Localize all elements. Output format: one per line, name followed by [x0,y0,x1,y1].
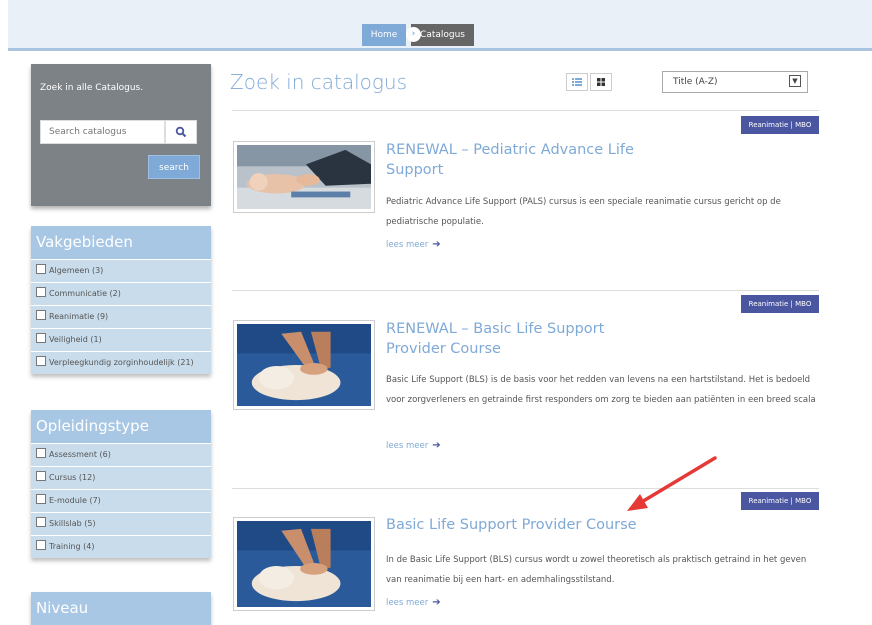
filter-opleidingstype: Opleidingstype Assessment (6) Cursus (12… [31,410,211,558]
filter-option[interactable]: Communicatie (2) [31,282,211,305]
read-more-link[interactable]: lees meer ➔ [386,239,441,250]
course-title[interactable]: Basic Life Support Provider Course [386,515,686,535]
checkbox[interactable] [36,287,46,297]
breadcrumb-current-label: Catalogus [420,30,465,40]
filter-option[interactable]: Assessment (6) [31,443,211,466]
search-button[interactable]: search [148,155,200,179]
arrow-right-icon: ➔ [432,597,441,608]
list-view-button[interactable] [566,73,588,91]
course-title[interactable]: RENEWAL – Basic Life Support Provider Co… [386,319,666,359]
divider [232,110,819,111]
course-badge[interactable]: Reanimatie | MBO [741,492,819,510]
read-more-label: lees meer [386,441,429,451]
course-thumbnail[interactable] [233,517,375,611]
breadcrumb-home[interactable]: Home [362,24,406,46]
filter-vakgebieden-title: Vakgebieden [31,226,211,259]
list-view-icon [572,78,582,86]
sidebar-search-box: Zoek in alle Catalogus. search [31,64,211,206]
checkbox[interactable] [36,333,46,343]
arrow-right-icon: ➔ [432,239,441,250]
checkbox[interactable] [36,310,46,320]
filter-option[interactable]: E-module (7) [31,489,211,512]
divider [232,290,819,291]
filter-niveau-title: Niveau [31,592,211,625]
adult-cpr-image [237,521,371,607]
grid-view-button[interactable] [590,73,612,91]
checkbox[interactable] [36,540,46,550]
search-input[interactable] [40,120,165,144]
chevron-down-icon: ▼ [789,75,801,87]
filter-option-label: Communicatie (2) [49,289,121,298]
filter-option-label: Training (4) [49,542,95,551]
filter-option[interactable]: Reanimatie (9) [31,305,211,328]
course-thumbnail[interactable] [233,141,375,213]
grid-view-icon [597,78,605,86]
course-title[interactable]: RENEWAL – Pediatric Advance Life Support [386,140,666,180]
course-thumbnail[interactable] [233,320,375,410]
breadcrumb-separator-icon: › [406,27,421,42]
filter-option-label: E-module (7) [49,496,101,505]
search-icon [175,126,187,138]
read-more-link[interactable]: lees meer ➔ [386,597,441,608]
filter-option-label: Assessment (6) [49,450,111,459]
filter-option-label: Veiligheid (1) [49,335,102,344]
checkbox[interactable] [36,494,46,504]
course-badge[interactable]: Reanimatie | MBO [741,116,819,134]
read-more-label: lees meer [386,240,429,250]
filter-option[interactable]: Algemeen (3) [31,259,211,282]
sort-select-value: Title (A-Z) [673,77,718,87]
filter-option[interactable]: Verpleegkundig zorginhoudelijk (21) [31,351,211,374]
read-more-link[interactable]: lees meer ➔ [386,440,441,451]
filter-option[interactable]: Veiligheid (1) [31,328,211,351]
read-more-label: lees meer [386,598,429,608]
course-badge[interactable]: Reanimatie | MBO [741,295,819,313]
sort-select[interactable]: Title (A-Z) ▼ [662,71,808,93]
course-description: In de Basic Life Support (BLS) cursus wo… [386,555,807,585]
divider [232,488,819,489]
course-description: Pediatric Advance Life Support (PALS) cu… [386,197,781,227]
filter-option-label: Cursus (12) [49,473,96,482]
arrow-right-icon: ➔ [432,440,441,451]
checkbox[interactable] [36,471,46,481]
checkbox[interactable] [36,264,46,274]
filter-vakgebieden: Vakgebieden Algemeen (3) Communicatie (2… [31,226,211,374]
filter-option[interactable]: Training (4) [31,535,211,558]
checkbox[interactable] [36,448,46,458]
filter-option[interactable]: Cursus (12) [31,466,211,489]
filter-option-label: Verpleegkundig zorginhoudelijk (21) [49,358,194,367]
filter-niveau: Niveau [31,592,211,625]
filter-option-label: Algemeen (3) [49,266,104,275]
search-title: Zoek in alle Catalogus. [40,83,144,93]
filter-option-label: Reanimatie (9) [49,312,109,321]
course-description: Basic Life Support (BLS) is de basis voo… [386,375,816,405]
filter-opleidingstype-title: Opleidingstype [31,410,211,443]
page-title: Zoek in catalogus [230,70,408,94]
checkbox[interactable] [36,356,46,366]
search-icon-button[interactable] [165,120,197,144]
checkbox[interactable] [36,517,46,527]
adult-cpr-image [237,324,371,406]
filter-option-label: Skillslab (5) [49,519,96,528]
infant-cpr-image [237,145,371,209]
filter-option[interactable]: Skillslab (5) [31,512,211,535]
